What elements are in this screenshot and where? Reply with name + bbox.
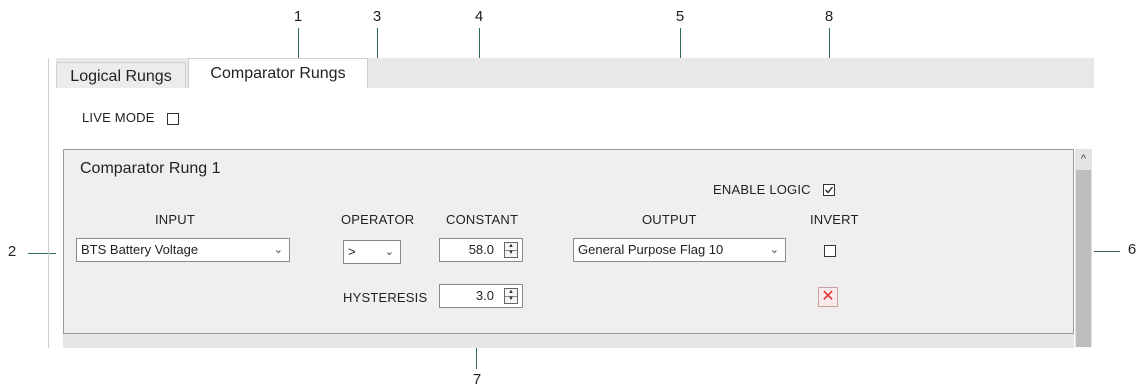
tab-bar: Logical Rungs Comparator Rungs xyxy=(56,58,1094,89)
live-mode-label: LIVE MODE xyxy=(82,110,155,125)
spinner-down-icon[interactable]: ▼ xyxy=(505,250,517,257)
hysteresis-value: 3.0 xyxy=(475,288,494,303)
enable-logic-checkbox[interactable] xyxy=(823,184,835,196)
rung-title: Comparator Rung 1 xyxy=(80,160,221,177)
window-left-border xyxy=(48,58,49,348)
live-mode-checkbox[interactable] xyxy=(167,113,179,125)
callout-4: 4 xyxy=(474,8,484,25)
hysteresis-label: HYSTERESIS xyxy=(343,290,428,305)
close-icon: ✕ xyxy=(821,288,835,305)
chevron-down-icon: ⌄ xyxy=(384,246,394,258)
callout-1: 1 xyxy=(293,8,303,25)
constant-spinner[interactable]: 58.0 ▲ ▼ xyxy=(439,238,523,262)
invert-header: INVERT xyxy=(810,212,859,227)
hysteresis-spinner[interactable]: 3.0 ▲ ▼ xyxy=(439,284,523,308)
callout-3: 3 xyxy=(372,8,382,25)
callout-2: 2 xyxy=(7,243,17,260)
callout-7: 7 xyxy=(472,371,482,388)
enable-logic-label: ENABLE LOGIC xyxy=(713,182,811,197)
constant-header: CONSTANT xyxy=(446,212,519,227)
output-select[interactable]: General Purpose Flag 10 ⌄ xyxy=(573,238,786,262)
spinner-buttons[interactable]: ▲ ▼ xyxy=(504,288,518,304)
check-icon xyxy=(825,186,834,194)
scrollbar-thumb[interactable] xyxy=(1076,170,1091,347)
output-select-value: General Purpose Flag 10 xyxy=(578,242,724,257)
next-rung-panel xyxy=(63,333,1074,348)
tab-comparator-rungs[interactable]: Comparator Rungs xyxy=(188,58,368,89)
chevron-up-icon[interactable]: ^ xyxy=(1076,151,1091,167)
chevron-down-icon: ⌄ xyxy=(769,244,779,256)
output-header: OUTPUT xyxy=(642,212,697,227)
callout-6: 6 xyxy=(1127,241,1137,258)
invert-checkbox[interactable] xyxy=(824,245,836,257)
constant-value: 58.0 xyxy=(468,242,494,257)
tab-logical-rungs[interactable]: Logical Rungs xyxy=(56,62,186,89)
spinner-down-icon[interactable]: ▼ xyxy=(505,296,517,303)
input-header: INPUT xyxy=(155,212,195,227)
callout-8: 8 xyxy=(824,8,834,25)
input-select[interactable]: BTS Battery Voltage ⌄ xyxy=(76,238,290,262)
input-select-value: BTS Battery Voltage xyxy=(81,242,199,257)
operator-header: OPERATOR xyxy=(341,212,415,227)
operator-select-value: > xyxy=(348,244,356,259)
spinner-buttons[interactable]: ▲ ▼ xyxy=(504,242,518,258)
delete-rung-button[interactable]: ✕ xyxy=(818,287,838,307)
operator-select[interactable]: > ⌄ xyxy=(343,240,401,264)
chevron-down-icon: ⌄ xyxy=(273,244,283,256)
callout-5: 5 xyxy=(675,8,685,25)
